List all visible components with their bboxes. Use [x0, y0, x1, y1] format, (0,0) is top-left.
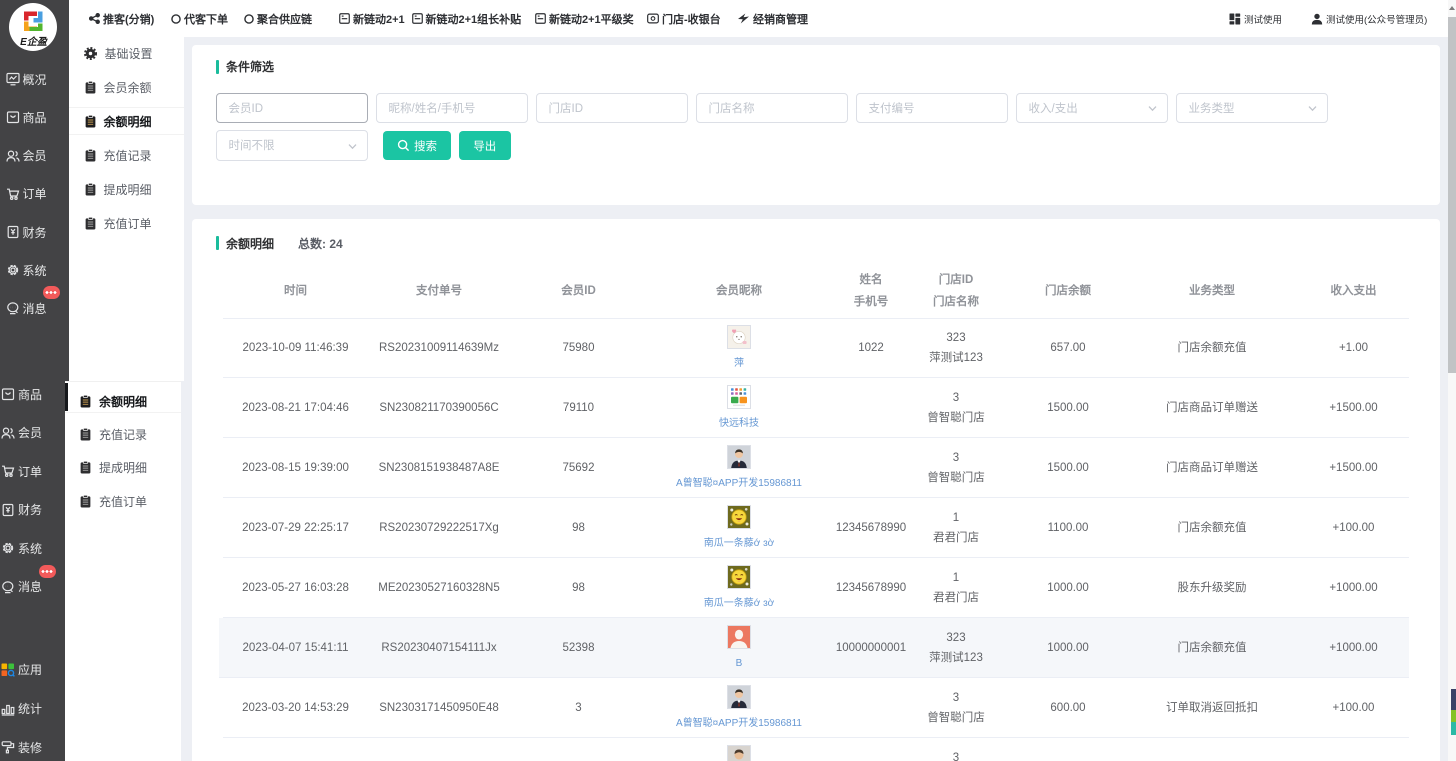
- svg-text:E企盈: E企盈: [20, 36, 48, 48]
